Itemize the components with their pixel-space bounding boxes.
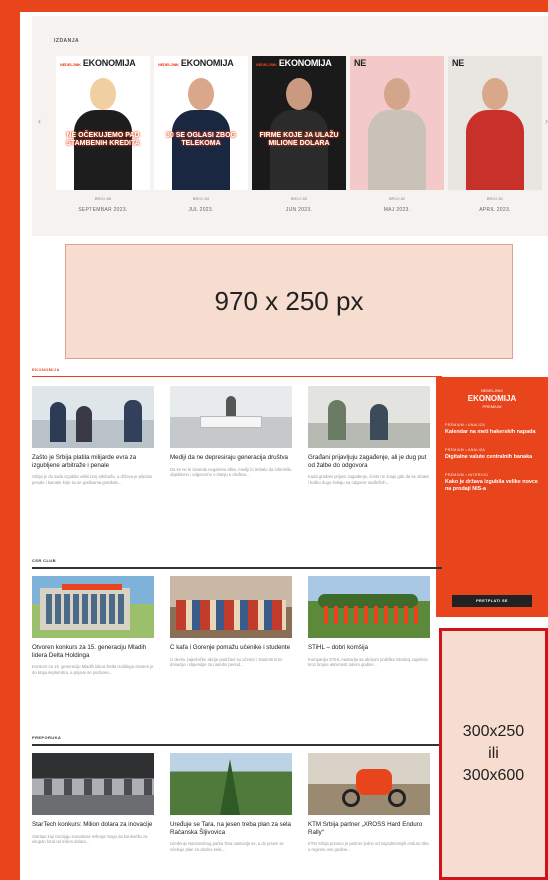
article-card[interactable]: KTM Srbija partner „XROSS Hard Enduro Ra… [308,753,430,852]
ad-banner-text: 970 x 250 px [214,286,364,316]
cover-date[interactable]: APRIL 2023. [448,207,542,213]
article-title[interactable]: C kafa i Gorenje pomažu učenike i studen… [170,644,292,652]
article-card[interactable]: Otvoren konkurs za 15. generaciju Mladih… [32,576,154,675]
article-image[interactable] [170,386,292,448]
premium-kicker: PREMIUM • INTERVJU [445,473,489,477]
premium-title[interactable]: Kalendar na meti hakerskih napada [445,429,539,436]
chevron-left-icon[interactable]: ‹ [38,116,41,126]
premium-box: NEDELJNIK EKONOMIJA PREMIUM PREMIUM • AN… [436,377,548,617]
cover-masthead: NE [452,58,465,68]
article-image[interactable] [170,576,292,638]
premium-title[interactable]: Kako je država izgubila velike novce na … [445,479,539,493]
article-excerpt: KTM Srbija ponovo je partner jedne od na… [308,841,429,852]
article-card[interactable]: C kafa i Gorenje pomažu učenike i studen… [170,576,292,667]
subscribe-button[interactable]: PRETPLATI SE [452,595,532,607]
article-image[interactable] [32,386,154,448]
cover-headline: Firme koje ja ulažu milione dolara [259,132,339,147]
article-image[interactable] [170,753,292,815]
article-card[interactable]: Uređuje se Tara, na jesen treba plan za … [170,753,292,852]
cover-issue-number: BROJ 84 [192,196,210,201]
article-title[interactable]: Zašto je Srbija platila milijarde evra z… [32,454,154,469]
ad-side[interactable]: 300x250 ili 300x600 [439,628,548,880]
cover-masthead: NEDELJNIK EKONOMIJA [60,58,136,68]
cover-date[interactable]: MAJ 2023. [350,207,444,213]
article-excerpt: Kada građani prijave zagađenje, često ne… [308,474,429,485]
article-excerpt: Uređenje Nacionalnog parka Tara nastavlj… [170,841,284,852]
cover-headline: Ne očekujemo pad stambenih kredita [66,132,140,147]
article-title[interactable]: Otvoren konkurs za 15. generaciju Mladih… [32,644,154,659]
article-title[interactable]: STiHL – dobri komšija [308,644,430,652]
article-excerpt: Da se ne bi stvarala negativna slika, me… [170,466,292,477]
ad-side-text: 300x250 ili 300x600 [462,723,525,784]
cover-photo [466,78,524,190]
cover-masthead: NE [354,58,367,68]
article-image[interactable] [308,753,430,815]
article-image[interactable] [308,576,430,638]
article-title[interactable]: Uređuje se Tara, na jesen treba plan za … [170,821,292,836]
issues-carousel: IZDANJA ‹ › NEDELJNIK EKONOMIJA Ne očekuje… [32,16,548,236]
issue-cover[interactable]: NEDELJNIK EKONOMIJA Ne očekujemo pad stamb… [56,56,150,190]
cover-headline: 30 se oglasi zbog telekoma [165,132,236,147]
article-title[interactable]: Građani prijavljuju zagađenje, ali je du… [308,454,430,469]
cover-masthead: NEDELJNIK EKONOMIJA [158,58,234,68]
article-card[interactable]: STiHL – dobri komšija Kompanija STiHL na… [308,576,430,667]
article-title[interactable]: StarTech konkurs: Milion dolara za inova… [32,821,154,829]
article-card[interactable]: Građani prijavljuju zagađenje, ali je du… [308,386,430,485]
article-title[interactable]: Mediji da ne depresiraju generacija druš… [170,454,292,462]
issue-cover[interactable]: NEDELJNIK EKONOMIJA Firme koje ja ulažu mi… [252,56,346,190]
issue-cover[interactable]: NE [350,56,444,190]
premium-logo[interactable]: NEDELJNIK EKONOMIJA PREMIUM [445,387,539,411]
premium-kicker: PREMIUM • ANALIZA [445,423,486,427]
article-image[interactable] [32,576,154,638]
article-image[interactable] [308,386,430,448]
article-title[interactable]: KTM Srbija partner „XROSS Hard Enduro Ra… [308,821,430,836]
cover-date[interactable]: JUL 2023. [154,207,248,213]
cover-date[interactable]: SEPTEMBAR 2023. [56,207,150,213]
premium-title[interactable]: Digitalne valute centralnih banaka [445,454,539,461]
article-card[interactable]: Zašto je Srbija platila milijarde evra z… [32,386,154,485]
ad-banner[interactable]: 970 x 250 px [65,244,513,359]
cover-issue-number: BROJ 82 [388,196,406,201]
premium-article[interactable]: PREMIUM • ANALIZA Digitalne valute centra… [445,448,539,461]
article-excerpt: Konkurs za 15. generaciju Mladih lidera … [32,664,154,675]
section-title-csr[interactable]: CSR CLUB [32,558,442,569]
issue-cover[interactable]: NEDELJNIK EKONOMIJA 30 se oglasi zbog tele… [154,56,248,190]
premium-kicker: PREMIUM • ANALIZA [445,448,486,452]
premium-article[interactable]: PREMIUM • INTERVJU Kako je država izgubil… [445,473,539,493]
cover-issue-number: BROJ 85 [94,196,112,201]
article-excerpt: Kompanija STiHL nastavlja sa akcijom pod… [308,656,428,667]
article-excerpt: Startapi koji razvijaju inovativna rešen… [32,833,148,844]
article-excerpt: Srbija je do sada izgubila veliki broj a… [32,474,152,485]
cover-date[interactable]: JUN 2023. [252,207,346,213]
cover-photo [368,78,426,190]
article-excerpt: U okviru zajedničke akcije podržani su u… [170,656,283,667]
cover-masthead: NEDELJNIK EKONOMIJA [256,58,332,68]
section-title-finance[interactable]: EKONOMIJA [32,367,442,377]
article-image[interactable] [32,753,154,815]
article-card[interactable]: Mediji da ne depresiraju generacija druš… [170,386,292,477]
page-content: IZDANJA ‹ › NEDELJNIK EKONOMIJA Ne očekuje… [20,12,548,880]
issue-cover[interactable]: NE [448,56,542,190]
section-title-recommend[interactable]: PREPORUKA [32,735,442,746]
article-card[interactable]: StarTech konkurs: Milion dolara za inova… [32,753,154,844]
cover-issue-number: BROJ 83 [290,196,308,201]
issues-label: IZDANJA [54,38,80,44]
cover-issue-number: BROJ 81 [486,196,504,201]
premium-article[interactable]: PREMIUM • ANALIZA Kalendar na meti hakers… [445,423,539,436]
